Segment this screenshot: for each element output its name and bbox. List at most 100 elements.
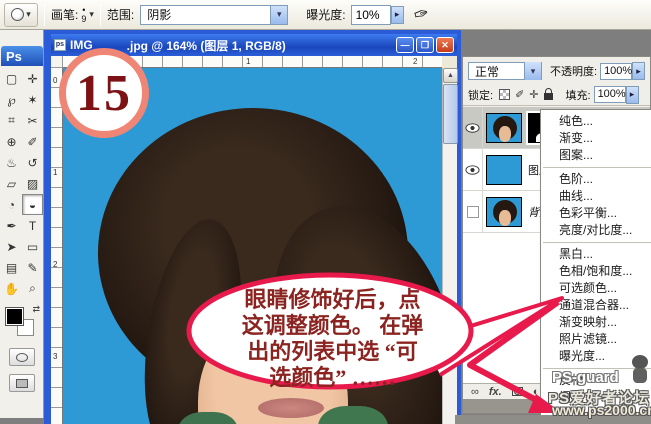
watermark: PS-guard PS爱好者论坛 www.ps2000.cn xyxy=(548,355,651,417)
screen-mode-icon xyxy=(16,379,28,388)
opacity-spinner[interactable]: ▸ xyxy=(632,62,645,80)
chevron-down-icon[interactable]: ▾ xyxy=(524,62,541,80)
menu-item-levels[interactable]: 色阶... xyxy=(541,171,651,188)
exposure-input[interactable] xyxy=(351,5,391,25)
eyedropper-tool[interactable]: ✎ xyxy=(22,257,43,278)
scroll-up-icon[interactable]: ▲ xyxy=(443,68,458,83)
range-label: 范围: xyxy=(107,6,134,23)
eye-icon xyxy=(465,123,480,133)
type-tool[interactable]: T xyxy=(22,215,43,236)
quick-mask-button[interactable] xyxy=(9,348,35,366)
ruler-mark: 3 xyxy=(53,352,57,361)
menu-item-solid-color[interactable]: 纯色... xyxy=(541,113,651,130)
brush-tool[interactable]: ✐ xyxy=(22,131,43,152)
shape-tool[interactable]: ▭ xyxy=(22,236,43,257)
airbrush-icon[interactable]: ✑ xyxy=(411,2,431,26)
move-tool[interactable]: ✛ xyxy=(22,68,43,89)
brush-label: 画笔: xyxy=(51,6,78,23)
annotation-line: 出的列表中选 “可 xyxy=(210,339,455,365)
annotation-line: 眼睛修饰好后，点 xyxy=(210,287,455,313)
menu-item-brightness-contrast[interactable]: 亮度/对比度... xyxy=(541,222,651,239)
watermark-url-text: www.ps2000.cn xyxy=(552,402,651,418)
lock-position-icon[interactable]: ✛ xyxy=(529,88,538,101)
scrollbar-thumb[interactable] xyxy=(443,84,458,144)
foreground-color-swatch[interactable] xyxy=(6,308,23,325)
ruler-corner xyxy=(51,56,63,68)
visibility-toggle[interactable] xyxy=(463,149,483,191)
screen-mode-button[interactable] xyxy=(9,374,35,392)
chevron-down-icon[interactable]: ▾ xyxy=(270,6,287,24)
fill-spinner[interactable]: ▸ xyxy=(626,86,639,104)
exposure-spinner[interactable]: ▸ xyxy=(391,6,404,24)
dodge-tool[interactable]: ◒ xyxy=(22,194,43,215)
annotation-line: 选颜色” …… xyxy=(210,365,455,391)
range-value: 阴影 xyxy=(141,6,270,23)
menu-item-curves[interactable]: 曲线... xyxy=(541,188,651,205)
range-select[interactable]: 阴影 ▾ xyxy=(140,5,288,25)
crop-tool[interactable]: ⌗ xyxy=(1,110,22,131)
toolbox-palette: Ps ▢ ✛ ℘ ✶ ⌗ ✂ ⊕ ✐ ♨ ↺ ▱ ▨ ◔ ◒ ✒ T ➤ ▭ ▤… xyxy=(0,30,44,418)
watermark-mascot-icon xyxy=(629,355,651,385)
close-button[interactable]: ✕ xyxy=(436,37,454,53)
color-swatches: ⇄ xyxy=(4,306,40,340)
lasso-tool[interactable]: ℘ xyxy=(1,89,22,110)
swap-colors-icon[interactable]: ⇄ xyxy=(32,304,40,315)
gradient-tool[interactable]: ▨ xyxy=(22,173,43,194)
ruler-mark: 1 xyxy=(53,168,57,177)
clone-stamp-tool[interactable]: ♨ xyxy=(1,152,22,173)
blur-tool[interactable]: ◔ xyxy=(1,194,22,215)
quick-mask-icon xyxy=(16,353,28,362)
slice-tool[interactable]: ✂ xyxy=(22,110,43,131)
layer-thumbnail[interactable] xyxy=(486,113,522,143)
history-brush-tool[interactable]: ↺ xyxy=(22,152,43,173)
opacity-label: 不透明度: xyxy=(550,63,597,79)
pen-tool[interactable]: ✒ xyxy=(1,215,22,236)
notes-tool[interactable]: ▤ xyxy=(1,257,22,278)
ruler-mark: 2 xyxy=(413,57,417,66)
menu-item-pattern[interactable]: 图案... xyxy=(541,147,651,164)
brush-preview[interactable]: • 9 xyxy=(81,6,86,24)
blend-mode-row: 正常 ▾ 不透明度: 100% ▸ xyxy=(463,60,650,82)
minimize-button[interactable]: — xyxy=(396,37,414,53)
menu-item-color-balance[interactable]: 色彩平衡... xyxy=(541,205,651,222)
blend-mode-value: 正常 xyxy=(469,63,524,80)
zoom-tool[interactable]: ⌕ xyxy=(22,278,43,299)
rectangular-marquee-tool[interactable]: ▢ xyxy=(1,68,22,89)
lock-row: 锁定: ✐ ✛ 填充: 100% ▸ xyxy=(463,84,650,106)
visibility-toggle[interactable] xyxy=(463,107,483,149)
menu-item-gradient[interactable]: 渐变... xyxy=(541,130,651,147)
exposure-label: 曝光度: xyxy=(306,6,345,23)
ruler-mark: 1 xyxy=(246,57,250,66)
options-bar: ▾ 画笔: • 9 ▾ 范围: 阴影 ▾ 曝光度: ▸ ✑ xyxy=(0,0,651,30)
path-selection-tool[interactable]: ➤ xyxy=(1,236,22,257)
toolbar-separator xyxy=(100,4,101,26)
brush-size-value: 9 xyxy=(81,15,86,24)
layer-thumbnail[interactable] xyxy=(486,155,522,185)
vertical-ruler: 0 1 2 3 xyxy=(51,68,63,424)
lock-paint-icon[interactable]: ✐ xyxy=(515,88,524,101)
visibility-toggle[interactable] xyxy=(463,191,483,233)
brush-dropdown-icon[interactable]: ▾ xyxy=(89,9,94,20)
tool-preset-button[interactable]: ▾ xyxy=(4,3,38,27)
ruler-mark: 0 xyxy=(53,76,57,85)
lock-transparency-icon[interactable] xyxy=(499,89,510,100)
eye-empty-box[interactable] xyxy=(467,206,479,218)
lock-label: 锁定: xyxy=(468,87,493,103)
blend-mode-select[interactable]: 正常 ▾ xyxy=(468,62,542,80)
hand-tool[interactable]: ✋ xyxy=(1,278,22,299)
menu-separator xyxy=(543,167,651,168)
maximize-button[interactable]: ❐ xyxy=(416,37,434,53)
step-number-badge: 15 xyxy=(59,48,149,138)
layer-thumbnail[interactable] xyxy=(486,197,522,227)
watermark-guard-text: PS-guard xyxy=(552,369,619,386)
magic-wand-tool[interactable]: ✶ xyxy=(22,89,43,110)
healing-brush-tool[interactable]: ⊕ xyxy=(1,131,22,152)
annotation-text: 眼睛修饰好后，点 这调整颜色。 在弹 出的列表中选 “可 选颜色” …… xyxy=(210,287,455,391)
opacity-value[interactable]: 100% xyxy=(600,63,632,80)
menu-separator xyxy=(543,242,651,243)
fill-value[interactable]: 100% xyxy=(594,86,626,103)
lock-all-icon[interactable] xyxy=(544,93,553,100)
eraser-tool[interactable]: ▱ xyxy=(1,173,22,194)
eye-icon xyxy=(465,165,480,175)
document-icon: ps xyxy=(54,39,66,51)
